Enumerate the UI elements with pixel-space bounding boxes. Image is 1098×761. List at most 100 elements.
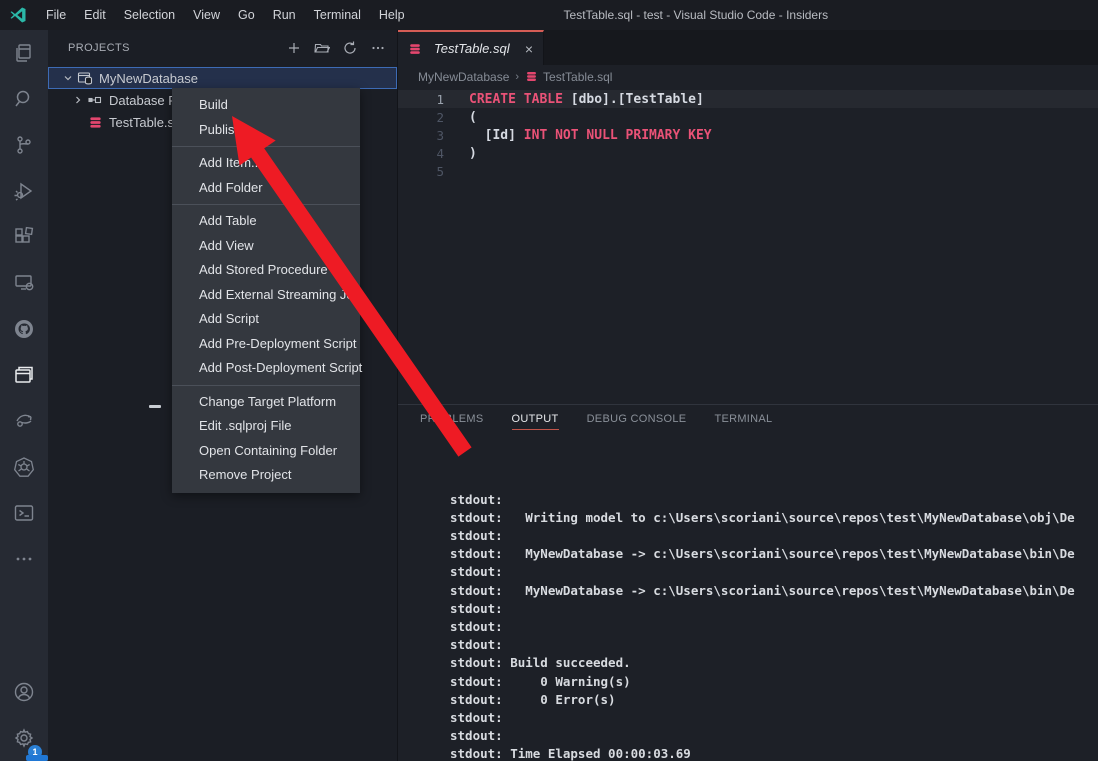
output-log[interactable]: stdout:stdout: Writing model to c:\Users… [398, 433, 1098, 761]
tab-terminal[interactable]: TERMINAL [714, 413, 772, 429]
menu-bar-item[interactable]: Go [229, 0, 264, 30]
tab-testtable-sql[interactable]: TestTable.sql × [398, 30, 544, 65]
sql-connection-icon[interactable] [0, 398, 48, 444]
open-folder-icon[interactable] [311, 37, 333, 59]
output-line: stdout: [450, 618, 1098, 636]
search-icon[interactable] [0, 76, 48, 122]
database-file-icon [525, 70, 538, 83]
vscode-insiders-logo [9, 6, 27, 24]
chevron-right-icon[interactable] [70, 95, 86, 105]
taskbar-sliver [26, 755, 48, 761]
code-line-1: 1 CREATE TABLE [dbo].[TestTable] [398, 90, 1098, 108]
database-projects-icon[interactable] [0, 352, 48, 398]
menu-bar-item[interactable]: Help [370, 0, 414, 30]
context-menu-item[interactable]: Add Stored Procedure [172, 258, 360, 283]
run-debug-icon[interactable] [0, 168, 48, 214]
extensions-icon[interactable] [0, 214, 48, 260]
context-menu-item[interactable]: Add External Streaming Job [172, 283, 360, 308]
line-number: 1 [398, 92, 444, 107]
tree-item-label: MyNewDatabase [99, 71, 198, 86]
output-line: stdout: [450, 527, 1098, 545]
context-menu-item[interactable]: Remove Project [172, 463, 360, 488]
code-line-3: 3 [Id] INT NOT NULL PRIMARY KEY [398, 126, 1098, 144]
context-menu-item[interactable]: Edit .sqlproj File [172, 414, 360, 439]
output-line: stdout: [450, 491, 1098, 509]
editor-tab-bar: TestTable.sql × [398, 30, 1098, 65]
powershell-icon[interactable] [0, 490, 48, 536]
output-line: stdout: Time Elapsed 00:00:03.69 [450, 745, 1098, 761]
github-icon[interactable] [0, 306, 48, 352]
close-icon[interactable]: × [523, 41, 535, 57]
menu-bar-item[interactable]: Selection [115, 0, 184, 30]
context-menu-item[interactable]: Add View [172, 234, 360, 259]
add-project-icon[interactable] [283, 37, 305, 59]
context-menu-item[interactable]: Build [172, 93, 360, 118]
output-line: stdout: [450, 636, 1098, 654]
context-menu-item[interactable]: Add Table [172, 209, 360, 234]
database-project-icon [76, 70, 94, 86]
editor-area: TestTable.sql × MyNewDatabase › TestTabl… [398, 30, 1098, 761]
remote-explorer-icon[interactable] [0, 260, 48, 306]
context-menu-item[interactable]: Publish [172, 118, 360, 143]
menu-bar-item[interactable]: Edit [75, 0, 115, 30]
source-control-icon[interactable] [0, 122, 48, 168]
clipped-text-fragment [149, 405, 161, 408]
tree-item-mynewdatabase[interactable]: MyNewDatabase [48, 67, 397, 89]
output-line: stdout: [450, 600, 1098, 618]
title-bar: FileEditSelectionViewGoRunTerminalHelp T… [0, 0, 1098, 30]
code-line-4: 4 ) [398, 145, 1098, 163]
tab-debug-console[interactable]: DEBUG CONSOLE [587, 413, 687, 429]
menu-bar-item[interactable]: View [184, 0, 229, 30]
line-number: 3 [398, 128, 444, 143]
line-number: 4 [398, 146, 444, 161]
context-menu-item[interactable]: Change Target Platform [172, 390, 360, 415]
code-line-2: 2 ( [398, 108, 1098, 126]
bottom-panel: PROBLEMS OUTPUT DEBUG CONSOLE TERMINAL s… [398, 404, 1098, 761]
menu-bar: FileEditSelectionViewGoRunTerminalHelp [37, 0, 414, 30]
context-menu-item[interactable]: Add Script [172, 307, 360, 332]
tab-label: TestTable.sql [434, 41, 523, 56]
accounts-icon[interactable] [0, 669, 48, 715]
context-menu-item[interactable]: Open Containing Folder [172, 439, 360, 464]
breadcrumb: MyNewDatabase › TestTable.sql [398, 65, 1098, 88]
line-number: 2 [398, 110, 444, 125]
context-menu-item[interactable]: Add Pre-Deployment Script [172, 332, 360, 357]
output-line: stdout: 0 Error(s) [450, 691, 1098, 709]
context-menu-item[interactable]: Add Post-Deployment Script [172, 356, 360, 381]
context-menu-item[interactable]: Add Item... [172, 151, 360, 176]
reference-icon [86, 92, 104, 108]
chevron-right-icon: › [515, 71, 519, 83]
table-file-icon [86, 115, 104, 130]
sidebar-title: PROJECTS [68, 42, 283, 54]
menu-bar-item[interactable]: Run [264, 0, 305, 30]
tab-output[interactable]: OUTPUT [512, 413, 559, 430]
output-line: stdout: [450, 727, 1098, 745]
menu-bar-item[interactable]: File [37, 0, 75, 30]
output-line: stdout: [450, 709, 1098, 727]
breadcrumb-file[interactable]: TestTable.sql [543, 70, 612, 84]
kubernetes-icon[interactable] [0, 444, 48, 490]
breadcrumb-project[interactable]: MyNewDatabase [418, 70, 509, 84]
output-line: stdout: MyNewDatabase -> c:\Users\scoria… [450, 545, 1098, 563]
menu-bar-item[interactable]: Terminal [305, 0, 370, 30]
chevron-down-icon[interactable] [60, 73, 76, 83]
activity-bar: 1 [0, 30, 48, 761]
line-number: 5 [398, 164, 444, 179]
explorer-icon[interactable] [0, 30, 48, 76]
context-menu-item[interactable]: Add Folder [172, 176, 360, 201]
project-context-menu: BuildPublish Add Item...Add Folder Add T… [172, 88, 360, 493]
more-views-icon[interactable] [0, 536, 48, 582]
code-editor[interactable]: 1 CREATE TABLE [dbo].[TestTable] 2 ( 3 [… [398, 88, 1098, 404]
tab-problems[interactable]: PROBLEMS [420, 413, 484, 429]
output-line: stdout: [450, 563, 1098, 581]
more-actions-icon[interactable] [367, 37, 389, 59]
vscode-window: FileEditSelectionViewGoRunTerminalHelp T… [0, 0, 1098, 761]
output-line: stdout: MyNewDatabase -> c:\Users\scoria… [450, 582, 1098, 600]
output-line: stdout: 0 Warning(s) [450, 673, 1098, 691]
output-line: stdout: Build succeeded. [450, 654, 1098, 672]
refresh-icon[interactable] [339, 37, 361, 59]
panel-tab-bar: PROBLEMS OUTPUT DEBUG CONSOLE TERMINAL [398, 405, 1098, 433]
window-title: TestTable.sql - test - Visual Studio Cod… [414, 8, 978, 22]
sidebar-header: PROJECTS [48, 30, 397, 66]
code-line-5: 5 [398, 163, 1098, 181]
